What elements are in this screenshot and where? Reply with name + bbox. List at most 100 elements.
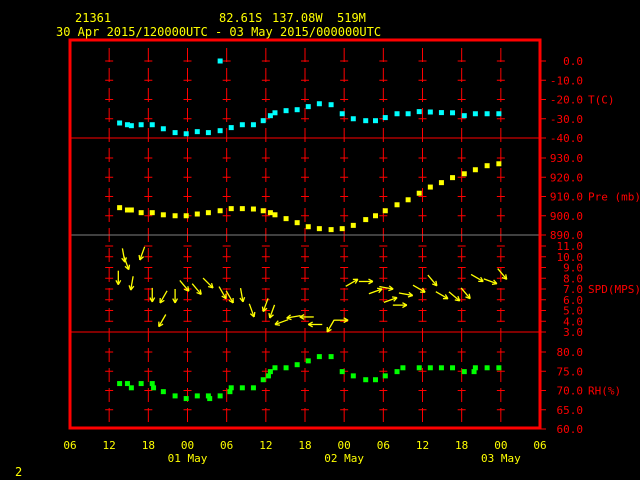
wind-arrow [191,283,202,295]
pressure-point [484,163,490,169]
x-tick-label: 12 [103,439,116,452]
panel-label-wind: SPD(MPS) [588,283,640,296]
rh-point [128,385,134,391]
wind-arrow [128,276,135,291]
wind-arrow [286,314,301,321]
pressure-point [283,216,289,222]
temperature-point [160,126,166,132]
wind-arrow [115,270,122,286]
rh-point [272,365,278,371]
pressure-point [138,210,144,216]
rh-point [265,373,271,379]
temperature-point [138,122,144,128]
x-tick-label: 06 [220,439,233,452]
pressure-point [194,211,200,217]
rh-point [484,365,490,371]
y-tick-label: -10.0 [550,74,583,87]
wind-arrow [239,287,246,303]
rh-point [382,373,388,379]
temperature-point [183,131,189,137]
pressure-point [373,213,378,219]
y-tick-label: 900.0 [550,210,583,223]
wind-arrow [138,246,146,261]
rh-point [363,377,369,383]
temperature-point [450,110,456,116]
pressure-point [363,217,369,223]
rh-point [450,365,456,371]
temperature-point [382,115,388,121]
y-tick-label: 75.0 [557,365,584,378]
pressure-point [117,205,123,211]
wind-arrow [358,278,374,285]
pressure-point [128,207,134,213]
pressure-point [394,202,400,208]
temperature-point [416,109,422,115]
rh-point [427,365,433,371]
temperature-point [316,101,322,107]
rh-point [394,369,400,375]
temperature-point [484,111,490,117]
pressure-point [272,212,278,218]
rh-point [194,393,200,399]
temperature-point [217,58,223,64]
pressure-point [149,210,155,216]
x-tick-label: 18 [142,439,155,452]
rh-point [316,354,322,360]
rh-point [373,377,378,383]
temperature-point [438,110,444,116]
temperature-point [260,118,266,124]
temperature-point [350,116,356,122]
wind-arrow [334,317,349,324]
pressure-point [350,222,356,228]
x-tick-label: 18 [298,439,311,452]
temperature-point [363,118,369,124]
wind-arrow [179,280,190,292]
pressure-point [183,213,189,219]
x-tick-label: 06 [63,439,76,452]
temperature-point [128,123,134,129]
pressure-point [405,197,411,203]
rh-point [117,381,123,387]
pressure-point [250,206,256,212]
pressure-point [382,208,388,214]
temperature-point [461,113,467,119]
x-tick-label: 00 [181,439,194,452]
rh-point [138,381,144,387]
temperature-point [267,113,273,119]
pressure-point [496,161,502,167]
pressure-point [316,226,322,232]
x-tick-label: 12 [259,439,272,452]
rh-point [239,385,245,391]
pressure-point [239,206,245,212]
temperature-point [305,104,311,110]
temperature-point [272,110,278,116]
wind-arrow [202,277,214,289]
wind-arrow [326,319,335,333]
y-tick-label: -30.0 [550,113,583,126]
wind-arrow [427,274,438,287]
panel-label-temperature: T(C) [588,94,615,107]
x-tick-label: 06 [533,439,546,452]
pressure-point [450,175,456,181]
temperature-point [149,122,155,128]
temperature-point [217,128,223,134]
y-tick-label: 65.0 [557,404,584,417]
pressure-point [205,210,211,216]
pressure-point [267,210,273,216]
temperature-point [283,108,289,114]
pressure-point [339,226,345,232]
temperature-point [294,107,300,113]
y-tick-label: -20.0 [550,94,583,107]
wind-arrow [345,278,359,287]
wind-arrow [248,303,256,318]
rh-point [496,365,502,371]
wind-arrow [149,287,156,303]
rh-point [207,396,213,402]
pressure-point [416,190,422,196]
y-tick-label: 930.0 [550,152,583,165]
wind-arrow [158,314,167,328]
wind-arrow [497,268,508,280]
y-tick-label: 0.0 [563,55,583,68]
rh-point [250,385,256,391]
rh-point [438,365,444,371]
